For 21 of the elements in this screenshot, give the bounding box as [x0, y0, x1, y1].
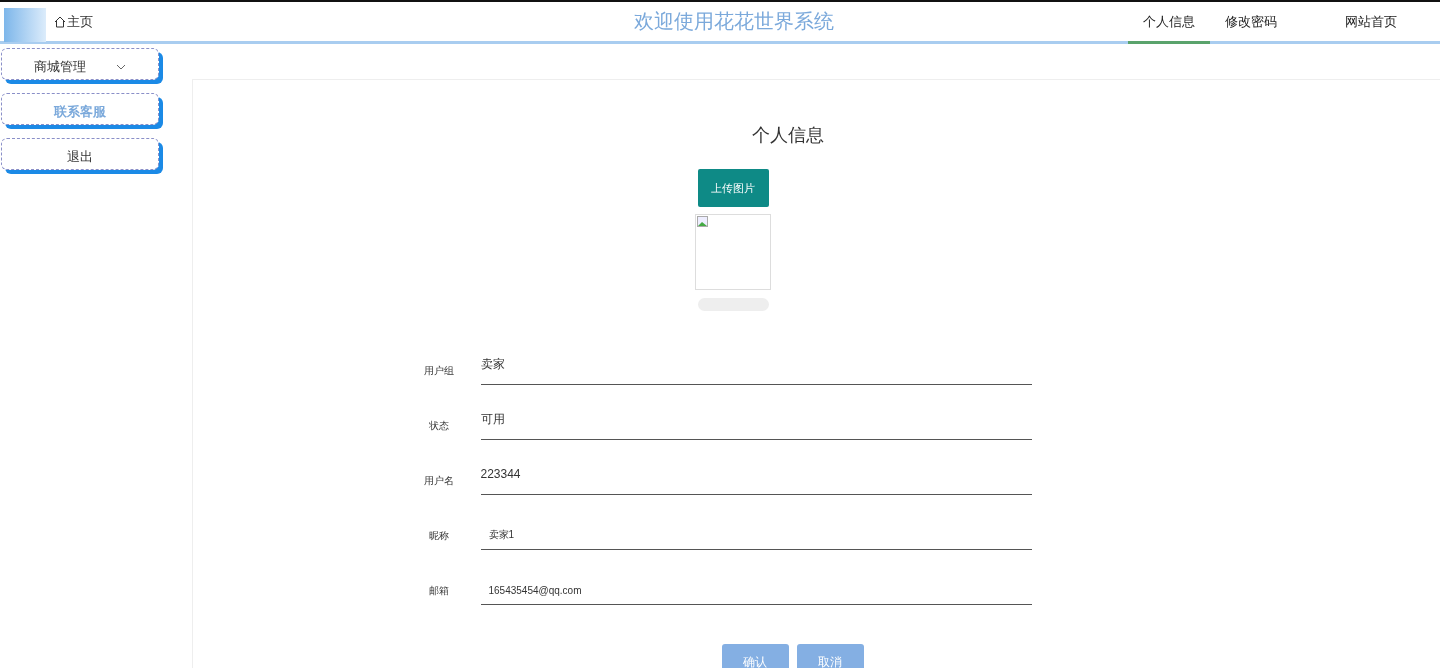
- input-field[interactable]: 165435454@qq.com: [480, 564, 1032, 605]
- nav-link[interactable]: 网站首页: [1330, 2, 1412, 44]
- text-field[interactable]: 可用: [480, 399, 1032, 440]
- page-title: 个人信息: [752, 124, 824, 147]
- chevron-down-icon: [116, 63, 126, 70]
- text-field[interactable]: 223344: [480, 454, 1032, 495]
- text-field[interactable]: 卖家: [480, 344, 1032, 385]
- field-label: 邮箱: [427, 583, 450, 598]
- home-link[interactable]: 主页: [54, 12, 93, 31]
- site-title: 欢迎使用花花世界系统: [633, 9, 835, 34]
- header-decoration: [4, 8, 46, 42]
- home-icon: [54, 15, 66, 28]
- nav-link[interactable]: 修改密码: [1210, 2, 1292, 44]
- field-label: 用户组: [422, 363, 455, 378]
- field-label: 用户名: [422, 473, 455, 488]
- field-label: 昵称: [427, 528, 450, 543]
- broken-image-icon: [697, 216, 709, 228]
- input-field[interactable]: 卖家1: [480, 509, 1032, 550]
- field-label: 状态: [427, 418, 450, 433]
- nav-link[interactable]: 个人信息: [1128, 2, 1210, 44]
- upload-button[interactable]: 上传图片: [697, 169, 769, 207]
